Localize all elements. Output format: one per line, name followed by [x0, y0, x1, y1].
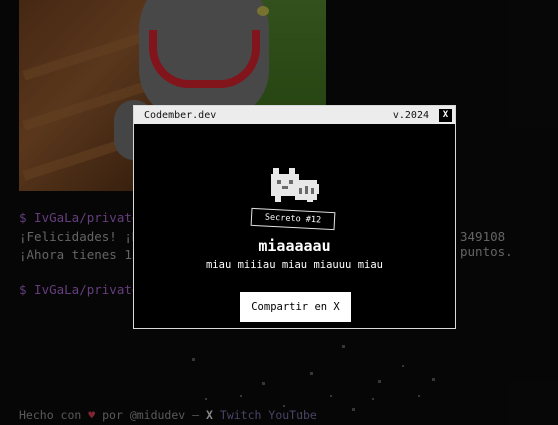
- secret-dialog: Codember.dev v.2024 X Secreto #12 miaaaa…: [133, 105, 456, 329]
- close-button[interactable]: X: [439, 108, 452, 122]
- dialog-version: v.2024: [392, 109, 429, 121]
- secret-subtitle: miau miiiau miau miauuu miau: [205, 259, 383, 271]
- share-on-x-button[interactable]: Compartir en X: [240, 292, 351, 322]
- secret-heading: miaaaaau: [258, 237, 331, 255]
- dialog-title: Codember.dev: [144, 109, 217, 121]
- dialog-titlebar: Codember.dev v.2024 X: [134, 106, 455, 124]
- pixel-cat-icon: [271, 168, 319, 202]
- secret-badge: Secreto #12: [250, 207, 336, 231]
